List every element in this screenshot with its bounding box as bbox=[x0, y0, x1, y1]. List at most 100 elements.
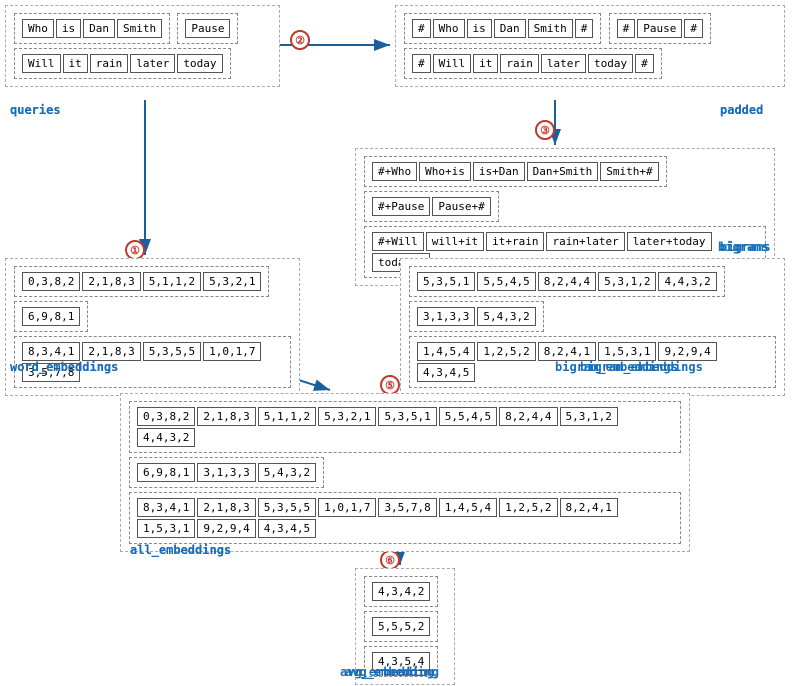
token: 2,1,8,3 bbox=[197, 407, 255, 426]
token: 9,2,9,4 bbox=[197, 519, 255, 538]
avg-label-text: avg_embedding bbox=[345, 665, 439, 679]
token: #+Will bbox=[372, 232, 424, 251]
token: today bbox=[588, 54, 633, 73]
token: 1,4,5,4 bbox=[439, 498, 497, 517]
step-3: ③ bbox=[535, 120, 555, 140]
token: 5,4,3,2 bbox=[258, 463, 316, 482]
token: Pause bbox=[185, 19, 230, 38]
padded-container: # Who is Dan Smith # # Pause # # Will it… bbox=[395, 5, 785, 87]
token: rain bbox=[90, 54, 129, 73]
token: rain bbox=[500, 54, 539, 73]
token: 4,3,4,5 bbox=[417, 363, 475, 382]
token: 5,3,1,2 bbox=[560, 407, 618, 426]
step-5: ⑤ bbox=[380, 375, 400, 395]
token: # bbox=[617, 19, 636, 38]
token: 5,5,5,2 bbox=[372, 617, 430, 636]
padded-label-text: padded bbox=[720, 103, 763, 117]
token: will+it bbox=[426, 232, 484, 251]
token: 9,2,9,4 bbox=[658, 342, 716, 361]
token: Dan+Smith bbox=[527, 162, 599, 181]
token: 8,3,4,1 bbox=[22, 342, 80, 361]
token: Pause bbox=[637, 19, 682, 38]
token: Smith+# bbox=[600, 162, 658, 181]
token: it+rain bbox=[486, 232, 544, 251]
token: Dan bbox=[494, 19, 526, 38]
queries-container: Who is Dan Smith Pause Will it rain late… bbox=[5, 5, 280, 87]
we-label-text: word_embeddings bbox=[10, 360, 118, 374]
token: 6,9,8,1 bbox=[22, 307, 80, 326]
bigrams-label-text: bigrams bbox=[718, 240, 769, 254]
ae-row3: 8,3,4,1 2,1,8,3 5,3,5,5 1,0,1,7 3,5,7,8 … bbox=[129, 492, 681, 544]
token: # bbox=[575, 19, 594, 38]
token: 1,5,3,1 bbox=[137, 519, 195, 538]
token: Pause+# bbox=[432, 197, 490, 216]
token: 5,4,3,2 bbox=[477, 307, 535, 326]
token: 4,3,4,2 bbox=[372, 582, 430, 601]
we-row2: 6,9,8,1 bbox=[14, 301, 88, 332]
token: 5,1,1,2 bbox=[258, 407, 316, 426]
be-label-text: bigram_embeddings bbox=[555, 360, 678, 374]
token: 4,4,3,2 bbox=[137, 428, 195, 447]
be-row1: 5,3,5,1 5,5,4,5 8,2,4,4 5,3,1,2 4,4,3,2 bbox=[409, 266, 725, 297]
we-row1: 0,3,8,2 2,1,8,3 5,1,1,2 5,3,2,1 bbox=[14, 266, 269, 297]
token: 5,3,2,1 bbox=[318, 407, 376, 426]
token: # bbox=[684, 19, 703, 38]
token: 5,5,4,5 bbox=[477, 272, 535, 291]
token: today bbox=[177, 54, 222, 73]
ae-label-text: all_embeddings bbox=[130, 543, 231, 557]
padded-row2: # Pause # bbox=[609, 13, 711, 44]
token: Will bbox=[433, 54, 472, 73]
token: it bbox=[63, 54, 88, 73]
token: 5,3,5,5 bbox=[258, 498, 316, 517]
token: 8,2,4,4 bbox=[538, 272, 596, 291]
avg-row2: 5,5,5,2 bbox=[364, 611, 438, 642]
token: 5,3,5,1 bbox=[378, 407, 436, 426]
token: 1,0,1,7 bbox=[318, 498, 376, 517]
token: 8,2,4,1 bbox=[560, 498, 618, 517]
token: 5,3,5,1 bbox=[417, 272, 475, 291]
token: rain+later bbox=[546, 232, 624, 251]
token: Who+is bbox=[419, 162, 471, 181]
token: Smith bbox=[528, 19, 573, 38]
token: 8,2,4,1 bbox=[538, 342, 596, 361]
token: 2,1,8,3 bbox=[82, 272, 140, 291]
word-embeddings-container: 0,3,8,2 2,1,8,3 5,1,1,2 5,3,2,1 6,9,8,1 … bbox=[5, 258, 300, 396]
bigrams-row2: #+Pause Pause+# bbox=[364, 191, 499, 222]
token: 5,3,2,1 bbox=[203, 272, 261, 291]
token: Smith bbox=[117, 19, 162, 38]
token: Dan bbox=[83, 19, 115, 38]
token: 4,4,3,2 bbox=[658, 272, 716, 291]
token: 3,1,3,3 bbox=[197, 463, 255, 482]
token: 0,3,8,2 bbox=[137, 407, 195, 426]
token: 1,2,5,2 bbox=[477, 342, 535, 361]
token: later bbox=[541, 54, 586, 73]
bigram-embeddings-container: 5,3,5,1 5,5,4,5 8,2,4,4 5,3,1,2 4,4,3,2 … bbox=[400, 258, 785, 396]
token: 4,3,4,5 bbox=[258, 519, 316, 538]
token: #+Who bbox=[372, 162, 417, 181]
avg-row1: 4,3,4,2 bbox=[364, 576, 438, 607]
token: 5,3,5,5 bbox=[143, 342, 201, 361]
token: 5,5,4,5 bbox=[439, 407, 497, 426]
step-1: ① bbox=[125, 240, 145, 260]
token: 1,2,5,2 bbox=[499, 498, 557, 517]
bigrams-row1: #+Who Who+is is+Dan Dan+Smith Smith+# bbox=[364, 156, 667, 187]
queries-row2: Pause bbox=[177, 13, 238, 44]
token: 8,2,4,4 bbox=[499, 407, 557, 426]
token: # bbox=[412, 54, 431, 73]
token: is+Dan bbox=[473, 162, 525, 181]
token: Who bbox=[433, 19, 465, 38]
step-2: ② bbox=[290, 30, 310, 50]
queries-row1: Who is Dan Smith bbox=[14, 13, 170, 44]
token: 3,5,7,8 bbox=[378, 498, 436, 517]
token: 2,1,8,3 bbox=[197, 498, 255, 517]
token: 8,3,4,1 bbox=[137, 498, 195, 517]
token: 3,1,3,3 bbox=[417, 307, 475, 326]
token: 2,1,8,3 bbox=[82, 342, 140, 361]
queries-row3: Will it rain later today bbox=[14, 48, 231, 79]
ae-row2: 6,9,8,1 3,1,3,3 5,4,3,2 bbox=[129, 457, 324, 488]
token: Will bbox=[22, 54, 61, 73]
step-6: ⑥ bbox=[380, 550, 400, 570]
padded-row1: # Who is Dan Smith # bbox=[404, 13, 601, 44]
token: #+Pause bbox=[372, 197, 430, 216]
token: 1,0,1,7 bbox=[203, 342, 261, 361]
